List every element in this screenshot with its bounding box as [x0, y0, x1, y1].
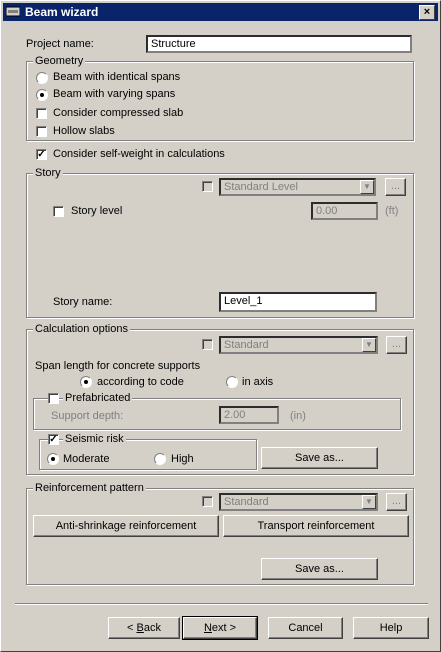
story-level-unit: (ft): [385, 205, 399, 217]
reinf-more-button[interactable]: ...: [386, 493, 407, 511]
self-weight-label: Consider self-weight in calculations: [53, 148, 225, 160]
chevron-down-icon: ▼: [362, 495, 376, 509]
next-button[interactable]: Next >: [182, 616, 258, 640]
according-to-code-radio[interactable]: [80, 376, 92, 388]
calc-more-button[interactable]: ...: [386, 336, 407, 354]
according-to-code-label: according to code: [97, 376, 184, 388]
reinforcement-pattern-title: Reinforcement pattern: [33, 482, 146, 494]
beam-wizard-dialog: Beam wizard × Project name: Structure Ge…: [0, 0, 441, 652]
varying-spans-label: Beam with varying spans: [53, 88, 176, 100]
story-combo-value: Standard Level: [224, 181, 298, 193]
transport-reinforcement-button[interactable]: Transport reinforcement: [223, 515, 409, 537]
self-weight-checkbox[interactable]: ✓: [36, 149, 47, 160]
reinf-standard-checkbox[interactable]: [202, 496, 213, 507]
story-group-title: Story: [33, 167, 63, 179]
project-name-label: Project name:: [26, 38, 94, 50]
back-button[interactable]: < Back: [108, 617, 180, 639]
back-prefix: <: [127, 622, 137, 634]
span-length-label: Span length for concrete supports: [35, 360, 201, 372]
anti-shrinkage-button[interactable]: Anti-shrinkage reinforcement: [33, 515, 219, 537]
in-axis-radio[interactable]: [226, 376, 238, 388]
beam-app-icon: [6, 6, 20, 17]
geometry-group-title: Geometry: [33, 55, 86, 67]
story-name-input[interactable]: Level_1: [219, 292, 377, 312]
close-button[interactable]: ×: [419, 5, 435, 20]
story-name-label: Story name:: [53, 296, 113, 308]
story-standard-checkbox[interactable]: [202, 181, 213, 192]
project-name-input[interactable]: Structure: [146, 35, 412, 53]
cancel-button[interactable]: Cancel: [268, 617, 343, 639]
story-standard-combo[interactable]: Standard Level ▼: [219, 178, 376, 196]
identical-spans-label: Beam with identical spans: [53, 71, 181, 83]
compressed-slab-label: Consider compressed slab: [53, 107, 184, 119]
calc-save-as-button[interactable]: Save as...: [261, 447, 378, 469]
title-bar[interactable]: Beam wizard ×: [3, 3, 438, 21]
hollow-slabs-label: Hollow slabs: [53, 125, 115, 137]
story-level-label: Story level: [71, 205, 123, 217]
window-title: Beam wizard: [25, 5, 99, 19]
footer-separator: [15, 603, 428, 605]
varying-spans-radio[interactable]: [36, 89, 48, 101]
chevron-down-icon: ▼: [360, 180, 374, 194]
seismic-risk-label: Seismic risk: [63, 433, 126, 445]
back-underline: B: [136, 622, 144, 634]
moderate-label: Moderate: [63, 453, 110, 465]
story-more-button[interactable]: ...: [385, 178, 406, 196]
story-level-input[interactable]: 0.00: [311, 202, 378, 220]
reinf-combo-value: Standard: [224, 496, 269, 508]
prefabricated-checkbox[interactable]: [48, 393, 59, 404]
support-depth-unit: (in): [290, 410, 306, 422]
reinf-save-as-button[interactable]: Save as...: [261, 558, 378, 580]
support-depth-input[interactable]: 2.00: [219, 406, 279, 424]
support-depth-label: Support depth:: [51, 410, 124, 422]
chevron-down-icon: ▼: [362, 338, 376, 352]
in-axis-label: in axis: [242, 376, 274, 388]
reinf-standard-combo[interactable]: Standard ▼: [219, 493, 378, 511]
moderate-radio[interactable]: [47, 453, 59, 465]
next-underline: N: [203, 622, 212, 634]
calculation-options-title: Calculation options: [33, 323, 130, 335]
prefabricated-label: Prefabricated: [63, 392, 133, 404]
seismic-risk-checkbox[interactable]: ✓: [48, 434, 59, 445]
calc-combo-value: Standard: [224, 339, 269, 351]
identical-spans-radio[interactable]: [36, 72, 48, 84]
high-label: High: [171, 453, 194, 465]
hollow-slabs-checkbox[interactable]: [36, 126, 47, 137]
calc-standard-checkbox[interactable]: [202, 339, 213, 350]
high-radio[interactable]: [154, 453, 166, 465]
compressed-slab-checkbox[interactable]: [36, 108, 47, 119]
calc-standard-combo[interactable]: Standard ▼: [219, 336, 378, 354]
help-button[interactable]: Help: [353, 617, 429, 639]
next-rest: ext >: [211, 622, 237, 634]
back-rest: ack: [143, 622, 161, 634]
story-level-checkbox[interactable]: [53, 206, 64, 217]
